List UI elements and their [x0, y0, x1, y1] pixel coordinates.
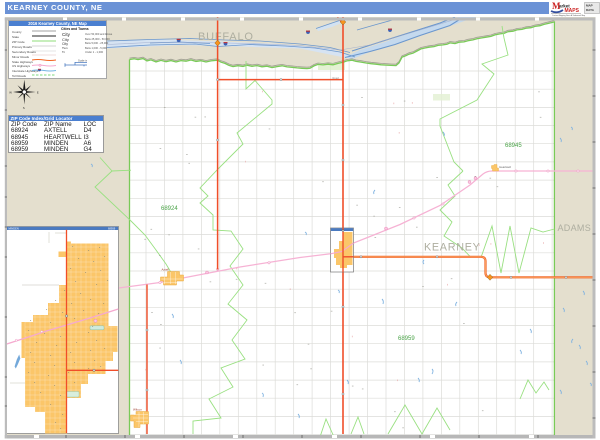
- svg-text:Heartwell: Heartwell: [499, 165, 511, 169]
- svg-text:MINDEN: MINDEN: [9, 227, 19, 231]
- svg-text:MAPS: MAPS: [565, 8, 580, 14]
- svg-text:ADAMS: ADAMS: [558, 223, 592, 233]
- svg-text:E: E: [37, 90, 39, 94]
- svg-text:Custom Mapping Since A Tradema: Custom Mapping Since A Trademark Map: [552, 14, 585, 17]
- svg-text:68924: 68924: [161, 206, 178, 212]
- svg-text:S: S: [23, 106, 25, 110]
- svg-text:68959: 68959: [398, 336, 415, 342]
- svg-text:W: W: [9, 90, 12, 94]
- svg-text:MAP: MAP: [586, 4, 593, 8]
- svg-text:Scale in Miles: Scale in Miles: [78, 58, 87, 62]
- svg-text:Road: Road: [333, 76, 340, 80]
- svg-text:Wilcox: Wilcox: [133, 408, 142, 412]
- svg-text:BUFFALO: BUFFALO: [198, 31, 254, 43]
- svg-text:KEARNEY: KEARNEY: [424, 242, 481, 254]
- svg-text:68959: 68959: [108, 227, 116, 231]
- svg-text:Axtell: Axtell: [162, 268, 170, 272]
- svg-text:DATA: DATA: [586, 8, 595, 12]
- svg-text:68945: 68945: [505, 143, 522, 149]
